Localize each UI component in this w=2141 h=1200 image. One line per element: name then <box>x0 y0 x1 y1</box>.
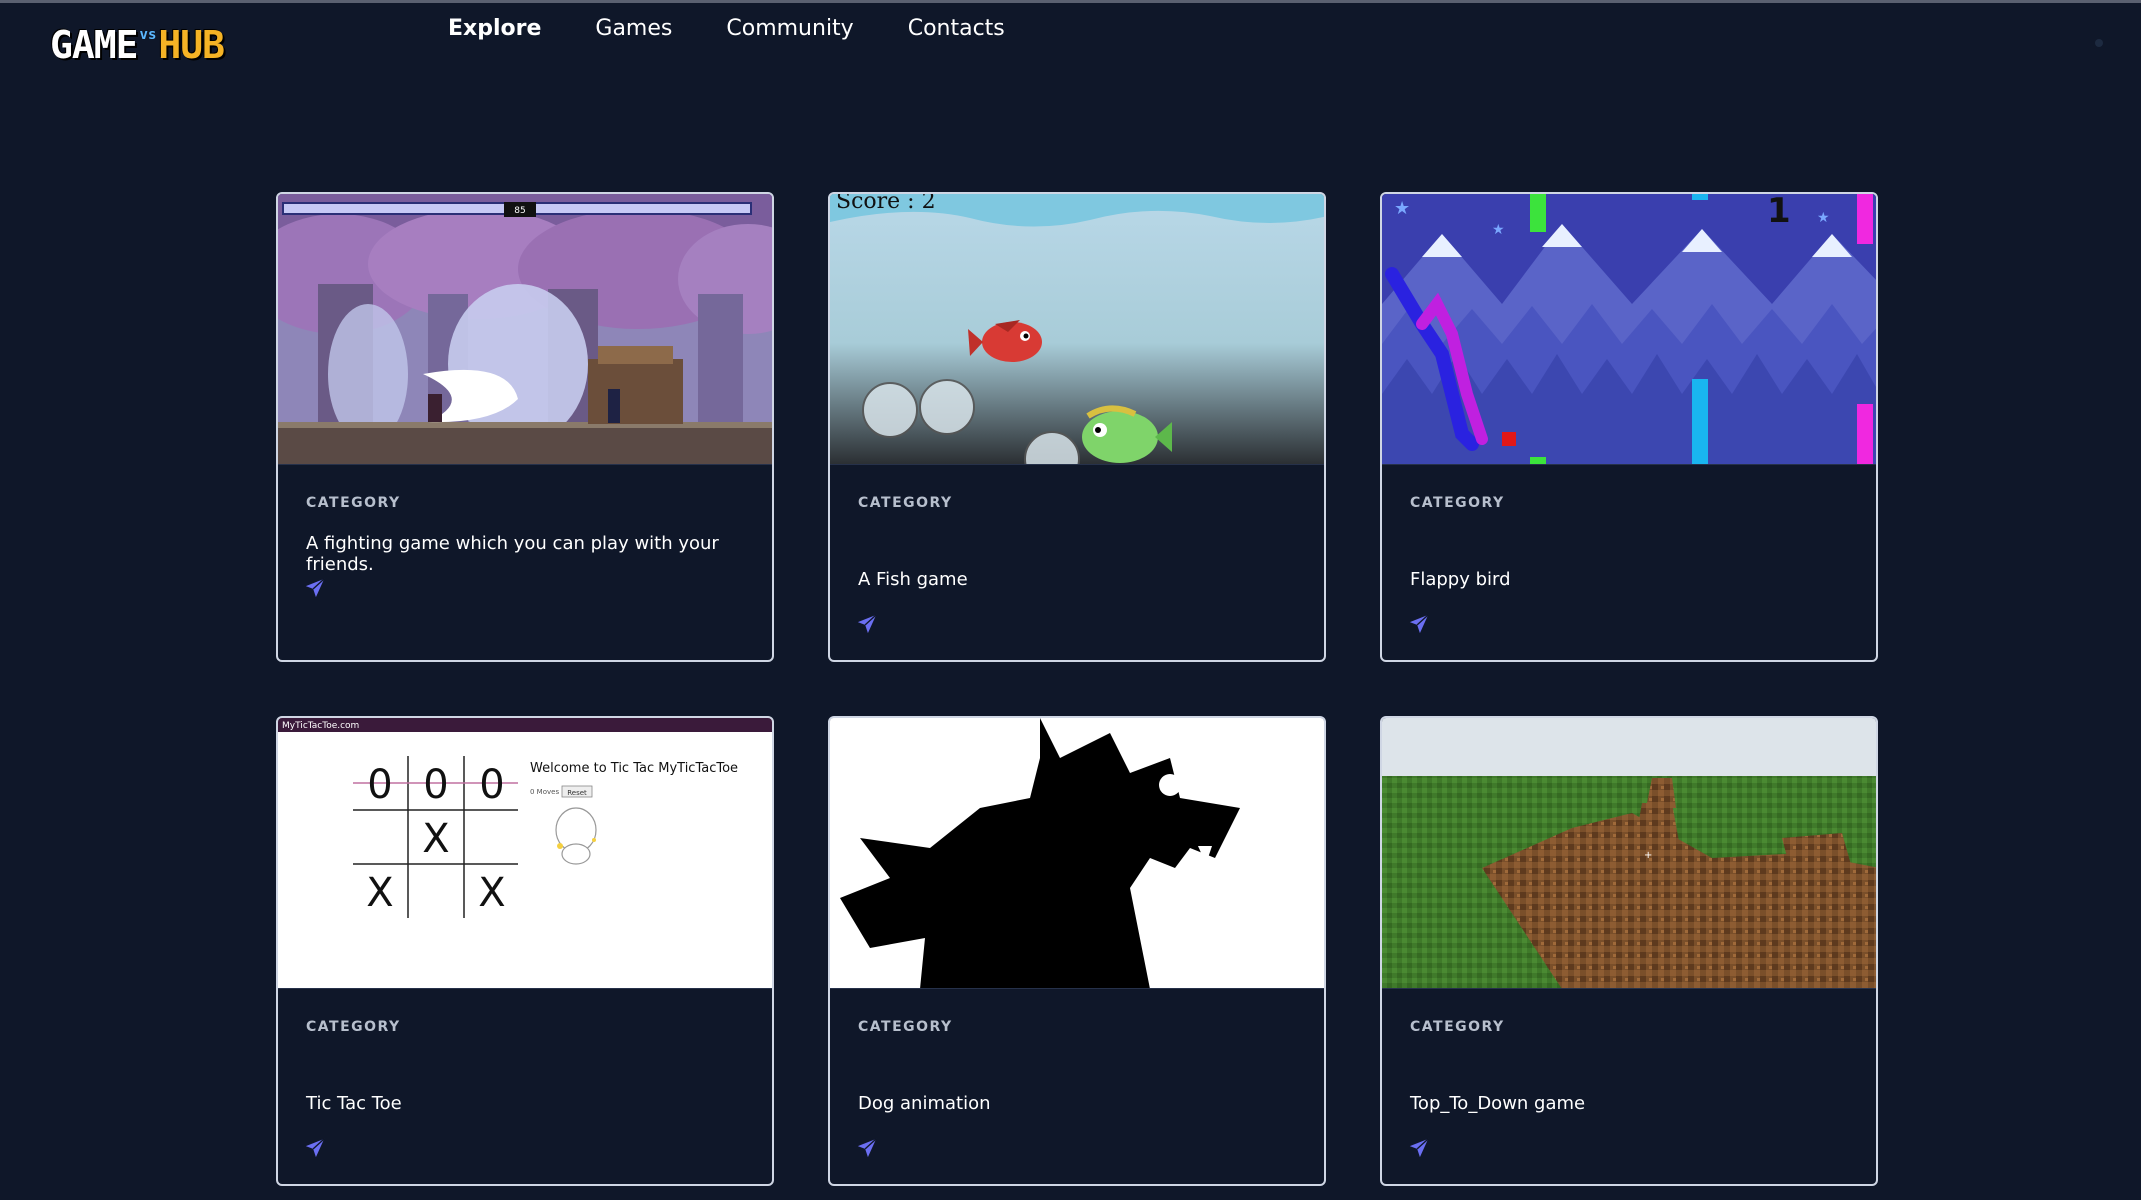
card-body: CATEGORY Dog animation <box>830 989 1324 1184</box>
nav-contacts[interactable]: Contacts <box>908 16 1005 41</box>
fighting-timer: 85 <box>514 206 525 216</box>
send-icon[interactable] <box>304 1137 326 1159</box>
svg-text:★: ★ <box>1817 210 1830 226</box>
logo-word-game: GAME <box>50 23 139 67</box>
send-icon[interactable] <box>1408 1137 1430 1159</box>
logo-word-hub: HUB <box>158 23 225 67</box>
game-thumbnail-dog <box>830 718 1324 989</box>
nav-explore[interactable]: Explore <box>448 16 541 41</box>
card-category: CATEGORY <box>858 495 953 511</box>
site-header: GAME vs HUB Explore Games Community Cont… <box>0 3 2141 83</box>
games-grid: 85 CATEGORY A fighting game which you ca… <box>276 192 1878 1186</box>
game-thumbnail-fighting: 85 <box>278 194 772 465</box>
svg-text:+: + <box>1644 850 1652 861</box>
game-card[interactable]: 85 CATEGORY A fighting game which you ca… <box>276 192 774 662</box>
card-title: A Fish game <box>858 569 968 590</box>
send-icon[interactable] <box>856 1137 878 1159</box>
ttt-reset: Reset <box>567 789 587 797</box>
nav-games[interactable]: Games <box>595 16 672 41</box>
card-category: CATEGORY <box>1410 1019 1505 1035</box>
flappy-score: 1 <box>1767 194 1791 231</box>
ttt-moves: 0 Moves <box>530 788 559 796</box>
game-card[interactable]: Score : 2 CATEGORY A Fish game <box>828 192 1326 662</box>
ttt-cell: X <box>422 816 449 862</box>
card-body: CATEGORY Flappy bird <box>1382 465 1876 660</box>
card-body: CATEGORY Tic Tac Toe <box>278 989 772 1184</box>
card-body: CATEGORY Top_To_Down game <box>1382 989 1876 1184</box>
game-thumbnail-tictactoe: MyTicTacToe.com 0 0 0 X X X Welcome to T… <box>278 718 772 989</box>
card-body: CATEGORY A Fish game <box>830 465 1324 660</box>
game-card[interactable]: CATEGORY Dog animation <box>828 716 1326 1186</box>
main-nav: Explore Games Community Contacts <box>448 16 1005 41</box>
card-title: Top_To_Down game <box>1410 1093 1586 1114</box>
game-card[interactable]: 1 ★ ★ ★ CATEGORY Flappy bird <box>1380 192 1878 662</box>
card-category: CATEGORY <box>306 495 401 511</box>
fish-score: Score : 2 <box>836 194 936 214</box>
svg-text:★: ★ <box>1492 222 1505 238</box>
game-thumbnail-topdown: + <box>1382 718 1876 989</box>
ttt-cell: X <box>366 870 393 916</box>
game-card[interactable]: MyTicTacToe.com 0 0 0 X X X Welcome to T… <box>276 716 774 1186</box>
ttt-cell: X <box>478 870 505 916</box>
corner-indicator <box>2095 39 2103 47</box>
send-icon[interactable] <box>1408 613 1430 635</box>
ttt-cell: 0 <box>479 762 504 808</box>
ttt-heading: Welcome to Tic Tac MyTicTacToe <box>530 761 738 776</box>
card-body: CATEGORY A fighting game which you can p… <box>278 465 772 660</box>
game-thumbnail-fish: Score : 2 <box>830 194 1324 465</box>
card-title: Dog animation <box>858 1093 991 1114</box>
gamehub-logo[interactable]: GAME vs HUB <box>50 17 240 73</box>
ttt-site-name: MyTicTacToe.com <box>282 721 359 731</box>
card-category: CATEGORY <box>1410 495 1505 511</box>
card-title: A fighting game which you can play with … <box>306 533 719 575</box>
ttt-cell: 0 <box>423 762 448 808</box>
send-icon[interactable] <box>856 613 878 635</box>
game-card[interactable]: + CATEGORY Top_To_Down game <box>1380 716 1878 1186</box>
card-title: Tic Tac Toe <box>306 1093 402 1114</box>
svg-text:★: ★ <box>1394 198 1410 219</box>
card-category: CATEGORY <box>306 1019 401 1035</box>
send-icon[interactable] <box>304 577 326 599</box>
card-category: CATEGORY <box>858 1019 953 1035</box>
card-title: Flappy bird <box>1410 569 1511 590</box>
ttt-cell: 0 <box>367 762 392 808</box>
logo-vs: vs <box>139 27 157 43</box>
nav-community[interactable]: Community <box>726 16 853 41</box>
game-thumbnail-flappy: 1 ★ ★ ★ <box>1382 194 1876 465</box>
